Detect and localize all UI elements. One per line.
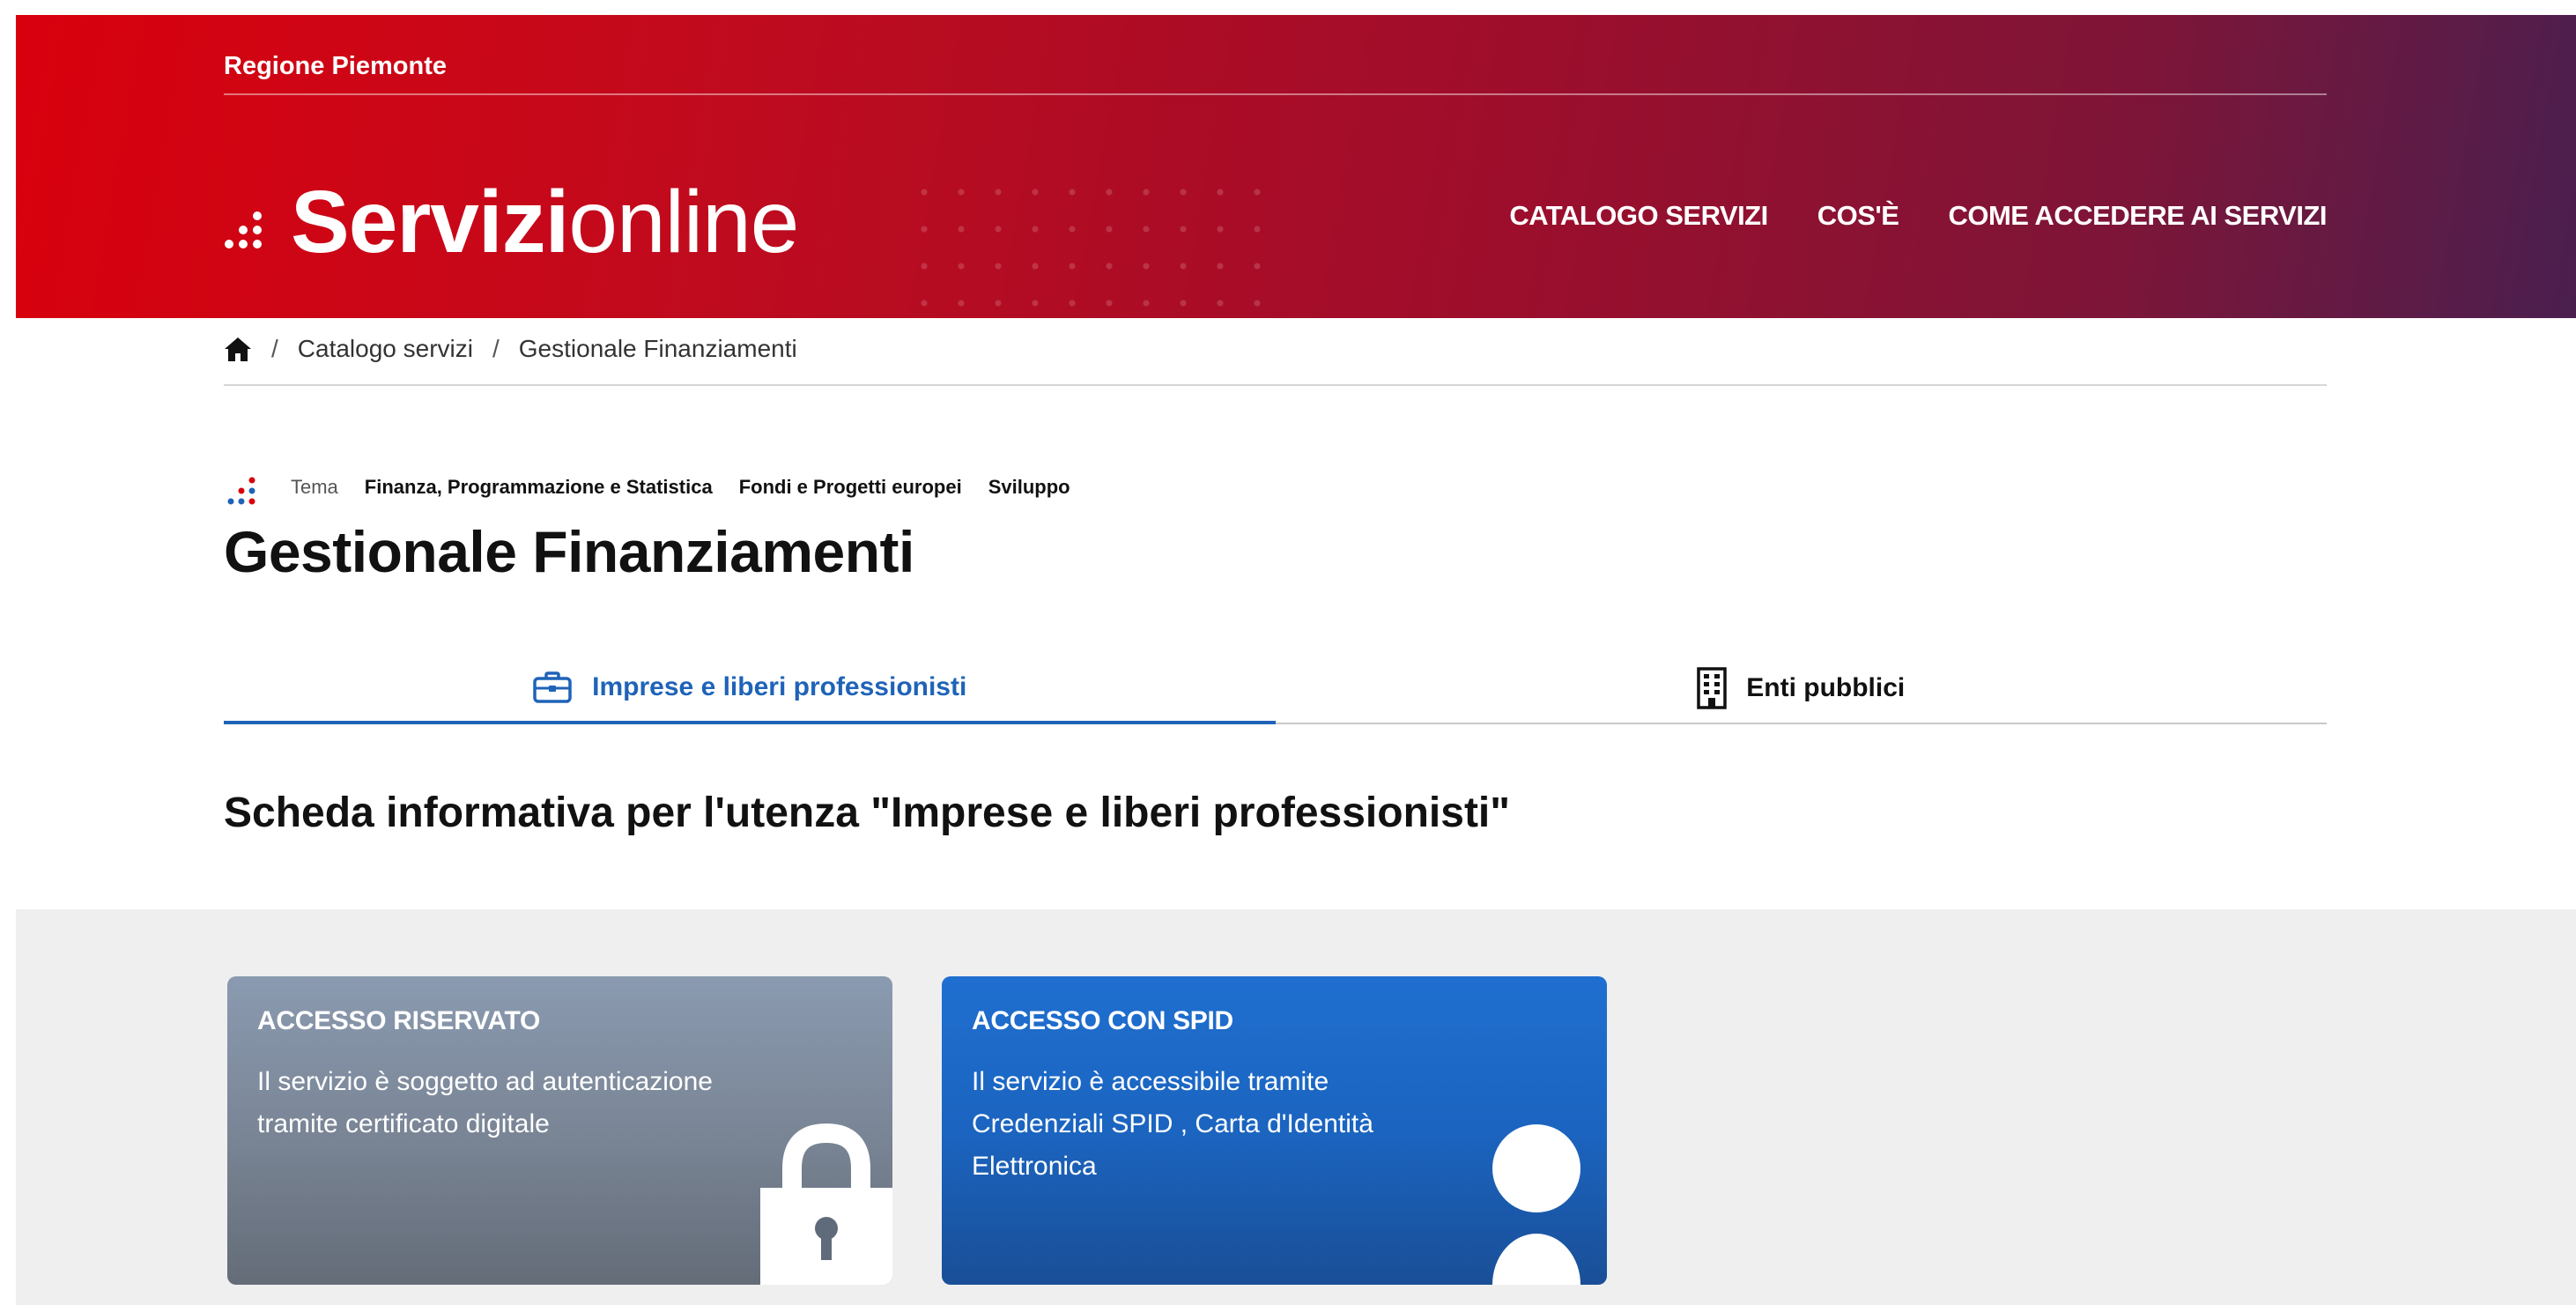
brand-dots-icon	[225, 211, 262, 248]
theme-label: Tema	[291, 476, 338, 498]
briefcase-icon	[533, 671, 572, 703]
page-title: Gestionale Finanziamenti	[224, 519, 914, 584]
user-icon	[1492, 1124, 1580, 1285]
breadcrumb-separator: /	[271, 335, 278, 362]
card-accesso-riservato[interactable]: ACCESSO RISERVATO Il servizio è soggetto…	[227, 976, 892, 1285]
card-accesso-spid[interactable]: ACCESSO CON SPID Il servizio è accessibi…	[942, 976, 1607, 1285]
user-type-tabs: Imprese e liberi professionisti Enti pub…	[224, 654, 2327, 724]
breadcrumb-divider	[224, 384, 2327, 386]
building-icon	[1697, 667, 1727, 709]
brand-name: Servizionline	[291, 178, 799, 266]
brand-logo[interactable]: Servizionline	[224, 174, 799, 271]
breadcrumb: / Catalogo servizi / Gestionale Finanzia…	[224, 328, 797, 370]
theme-tags: Tema Finanza, Programmazione e Statistic…	[226, 470, 1070, 505]
home-icon[interactable]	[224, 336, 252, 362]
theme-tag[interactable]: Fondi e Progetti europei	[739, 476, 962, 499]
brand-name-strong: Servizi	[291, 173, 569, 271]
card-description: Il servizio è accessibile tramite Creden…	[972, 1067, 1373, 1181]
theme-tag[interactable]: Sviluppo	[988, 476, 1070, 499]
access-cards-area: ACCESSO RISERVATO Il servizio è soggetto…	[16, 909, 2576, 1305]
header-divider	[224, 93, 2327, 95]
tab-imprese[interactable]: Imprese e liberi professionisti	[224, 654, 1276, 724]
theme-tag[interactable]: Finanza, Programmazione e Statistica	[365, 476, 713, 499]
site-header: Regione Piemonte Servizionline CATALOGO …	[16, 15, 2576, 318]
top-strip	[0, 0, 2576, 15]
left-strip	[0, 0, 16, 1305]
card-description: Il servizio è soggetto ad autenticazione…	[257, 1067, 713, 1138]
region-name[interactable]: Regione Piemonte	[224, 52, 447, 81]
tab-label: Enti pubblici	[1746, 673, 1906, 702]
tab-enti-pubblici[interactable]: Enti pubblici	[1275, 654, 2327, 724]
main-nav: CATALOGO SERVIZI COS'È COME ACCEDERE AI …	[1509, 200, 2327, 232]
breadcrumb-catalogo[interactable]: Catalogo servizi	[298, 335, 473, 363]
breadcrumb-separator: /	[492, 335, 500, 362]
nav-cos-e[interactable]: COS'È	[1817, 200, 1899, 232]
decorative-dots	[906, 174, 1284, 318]
lock-icon	[760, 1123, 892, 1285]
tab-label: Imprese e liberi professionisti	[592, 672, 967, 701]
card-title: ACCESSO CON SPID	[972, 1006, 1233, 1035]
breadcrumb-current: Gestionale Finanziamenti	[518, 335, 797, 362]
theme-dots-icon	[227, 477, 255, 505]
nav-catalogo-servizi[interactable]: CATALOGO SERVIZI	[1509, 200, 1768, 232]
section-title: Scheda informativa per l'utenza "Imprese…	[224, 790, 1511, 836]
brand-name-light: online	[568, 173, 799, 271]
nav-come-accedere[interactable]: COME ACCEDERE AI SERVIZI	[1948, 200, 2327, 232]
card-title: ACCESSO RISERVATO	[257, 1006, 541, 1035]
